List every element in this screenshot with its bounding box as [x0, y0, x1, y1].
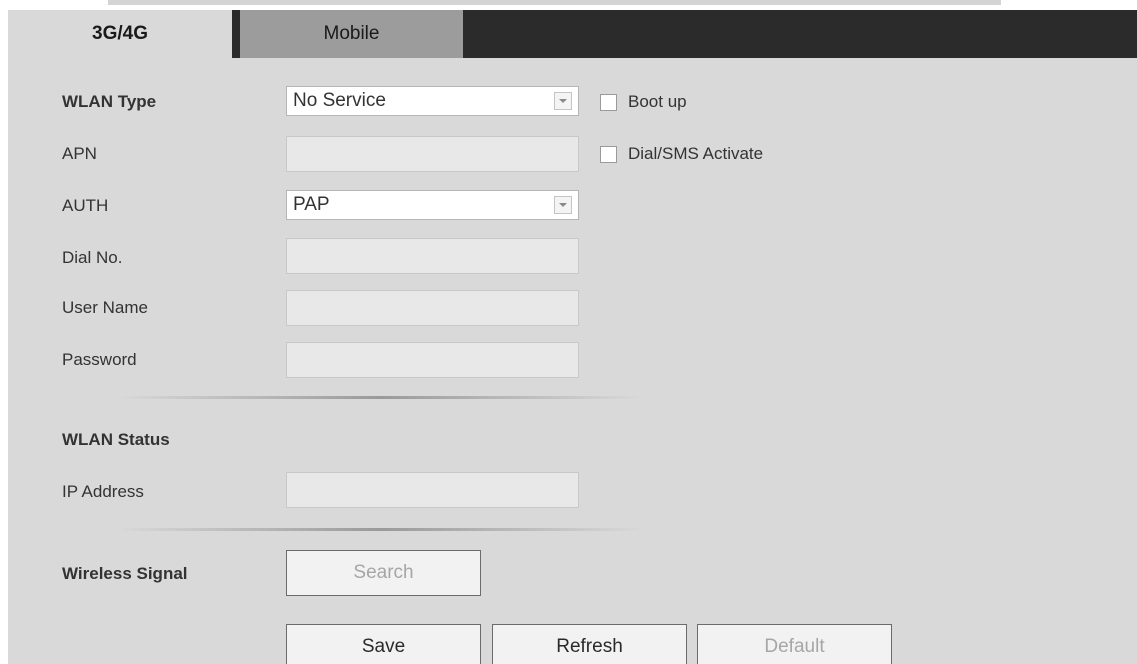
chevron-down-icon — [554, 92, 572, 110]
search-button[interactable]: Search — [286, 550, 481, 596]
default-button[interactable]: Default — [697, 624, 892, 664]
boot-up-label: Boot up — [628, 92, 687, 111]
wlan-status-heading: WLAN Status — [62, 430, 170, 449]
wlan-type-select[interactable]: No Service — [286, 86, 579, 116]
network-settings-page: 3G/4G Mobile WLAN Type No Service Boot u… — [0, 0, 1137, 664]
boot-up-checkbox-row[interactable]: Boot up — [600, 92, 687, 112]
password-label: Password — [62, 350, 137, 369]
password-field[interactable] — [286, 342, 579, 378]
dial-no-label: Dial No. — [62, 248, 123, 267]
refresh-button[interactable]: Refresh — [492, 624, 687, 664]
auth-select[interactable]: PAP — [286, 190, 579, 220]
wlan-type-value: No Service — [293, 90, 386, 111]
tab-mobile[interactable]: Mobile — [240, 10, 463, 58]
user-name-field[interactable] — [286, 290, 579, 326]
wireless-signal-label: Wireless Signal — [62, 564, 188, 583]
auth-value: PAP — [293, 194, 330, 215]
user-name-label: User Name — [62, 298, 148, 317]
section-divider — [116, 528, 644, 531]
ip-address-field[interactable] — [286, 472, 579, 508]
ip-address-label: IP Address — [62, 482, 144, 501]
tab-bar: 3G/4G Mobile — [8, 10, 1137, 58]
settings-panel: WLAN Type No Service Boot up APN Dial/SM… — [8, 58, 1137, 664]
top-strip — [0, 0, 1137, 8]
apn-field[interactable] — [286, 136, 579, 172]
boot-up-checkbox[interactable] — [600, 93, 617, 111]
dial-sms-activate-checkbox-row[interactable]: Dial/SMS Activate — [600, 144, 763, 164]
apn-label: APN — [62, 144, 97, 163]
dial-sms-activate-checkbox[interactable] — [600, 145, 617, 163]
header-remnant-bar — [108, 0, 1001, 5]
dial-sms-activate-label: Dial/SMS Activate — [628, 144, 764, 163]
section-divider — [116, 396, 644, 399]
wlan-type-label: WLAN Type — [62, 92, 157, 111]
tab-3g-4g[interactable]: 3G/4G — [8, 10, 232, 58]
auth-label: AUTH — [62, 196, 109, 215]
save-button[interactable]: Save — [286, 624, 481, 664]
chevron-down-icon — [554, 196, 572, 214]
dial-no-field[interactable] — [286, 238, 579, 274]
